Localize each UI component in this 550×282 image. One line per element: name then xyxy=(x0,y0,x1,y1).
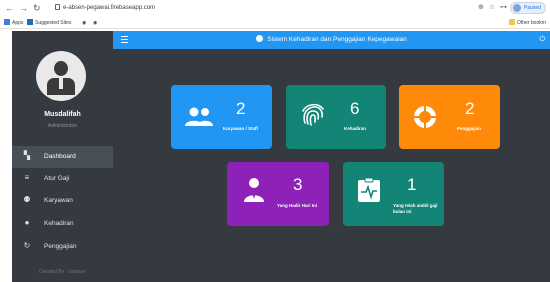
bookmark-suggested-sites[interactable]: Suggested Sites xyxy=(27,18,71,28)
sidebar-item-label: Kehadiran xyxy=(44,220,74,227)
card-value: 2 xyxy=(236,99,246,118)
sidebar-item-label: Dashboard xyxy=(44,153,76,160)
top-navbar: Sistem Kehadiran dan Penggajian Kepegawa… xyxy=(113,31,550,49)
user-role: Administrator xyxy=(47,123,78,129)
logout-icon[interactable]: ⏻ xyxy=(539,35,545,45)
card-value: 3 xyxy=(293,175,303,194)
card-label: Karyawan / Staff xyxy=(223,126,259,131)
star-icon[interactable]: ☆ xyxy=(489,3,495,13)
card-value: 1 xyxy=(407,175,417,194)
lock-icon xyxy=(55,4,60,10)
globe-icon[interactable]: ◉ xyxy=(82,18,86,28)
app-title-text: Sistem Kehadiran dan Penggajian Kepegawa… xyxy=(267,36,407,43)
dashboard-main: 2 Karyawan / Staff 6 Kehadiran 2 Penggaj… xyxy=(113,49,550,282)
bookmarks-bar: Apps Suggested Sites ◉ ◉ Other bookm xyxy=(0,17,550,29)
profile-label: Paused xyxy=(524,5,541,11)
translate-icon[interactable]: ⊕ xyxy=(478,3,484,13)
card-kehadiran[interactable]: 6 Kehadiran xyxy=(286,85,386,149)
app-title: Sistem Kehadiran dan Penggajian Kepegawa… xyxy=(113,31,550,49)
folder-icon xyxy=(509,19,515,25)
bookmark-apps[interactable]: Apps xyxy=(4,18,23,28)
bookmark-label: Suggested Sites xyxy=(35,20,72,26)
forward-icon[interactable]: → xyxy=(19,2,28,14)
bookmark-other[interactable]: Other bookm xyxy=(509,18,546,28)
card-label: Yang telah ambil gaji bulan ini xyxy=(393,203,438,214)
sidebar: Musdalifah Administrator ▚ Dashboard ≡ A… xyxy=(12,31,113,282)
sidebar-item-atur-gaji[interactable]: ≡ Atur Gaji xyxy=(12,168,113,190)
sidebar-item-penggajian[interactable]: ↻ Penggajian xyxy=(12,236,113,258)
card-label: Kehadiran xyxy=(344,126,367,131)
apps-icon xyxy=(4,19,10,25)
clipboard-pulse-icon xyxy=(358,177,380,202)
dashboard-icon: ▚ xyxy=(23,151,31,160)
refresh-icon: ↻ xyxy=(23,241,31,250)
database-icon: ≡ xyxy=(24,173,30,182)
sidebar-item-dashboard[interactable]: ▚ Dashboard xyxy=(12,146,113,168)
card-label: Penggajian xyxy=(457,126,482,131)
fingerprint-icon xyxy=(302,103,324,126)
extensions-icon[interactable]: ⊶ xyxy=(500,3,507,13)
sidebar-item-kehadiran[interactable]: ● Kehadiran xyxy=(12,213,113,235)
bookmark-icon xyxy=(27,19,33,25)
card-label: Yang Hadir Hari Ini xyxy=(277,203,318,208)
address-bar[interactable]: e-absen-pegawai.firebaseapp.com xyxy=(63,3,155,13)
users-icon: ⚉ xyxy=(23,195,31,204)
person-tie-icon xyxy=(244,178,264,202)
card-karyawan[interactable]: 2 Karyawan / Staff xyxy=(171,85,272,149)
fingerprint-icon: ● xyxy=(24,218,30,227)
avatar xyxy=(513,4,521,12)
card-ambil-gaji[interactable]: 1 Yang telah ambil gaji bulan ini xyxy=(343,162,444,226)
globe-icon[interactable]: ◉ xyxy=(93,18,97,28)
sidebar-footer: Created By : sarlaver xyxy=(39,269,86,275)
sidebar-item-label: Karyawan xyxy=(44,197,73,204)
bookmark-label: Apps xyxy=(12,20,24,26)
user-name: Musdalifah xyxy=(44,111,81,118)
bookmark-label: Other bookm xyxy=(517,20,546,26)
card-value: 2 xyxy=(465,99,475,118)
sidebar-item-label: Atur Gaji xyxy=(44,175,70,182)
card-value: 6 xyxy=(350,99,360,118)
back-icon[interactable]: ← xyxy=(5,2,14,14)
app-logo-icon xyxy=(256,35,264,42)
pie-chart-icon xyxy=(413,105,437,129)
browser-toolbar: ← → ↻ e-absen-pegawai.firebaseapp.com ⊕ … xyxy=(0,0,550,17)
card-penggajian[interactable]: 2 Penggajian xyxy=(399,85,500,149)
card-hadir-hari-ini[interactable]: 3 Yang Hadir Hari Ini xyxy=(227,162,329,226)
sidebar-item-label: Penggajian xyxy=(44,243,77,250)
reload-icon[interactable]: ↻ xyxy=(33,2,41,14)
user-avatar xyxy=(36,51,86,101)
profile-button[interactable]: Paused xyxy=(510,2,546,14)
sidebar-item-karyawan[interactable]: ⚉ Karyawan xyxy=(12,190,113,212)
users-icon xyxy=(185,107,213,126)
